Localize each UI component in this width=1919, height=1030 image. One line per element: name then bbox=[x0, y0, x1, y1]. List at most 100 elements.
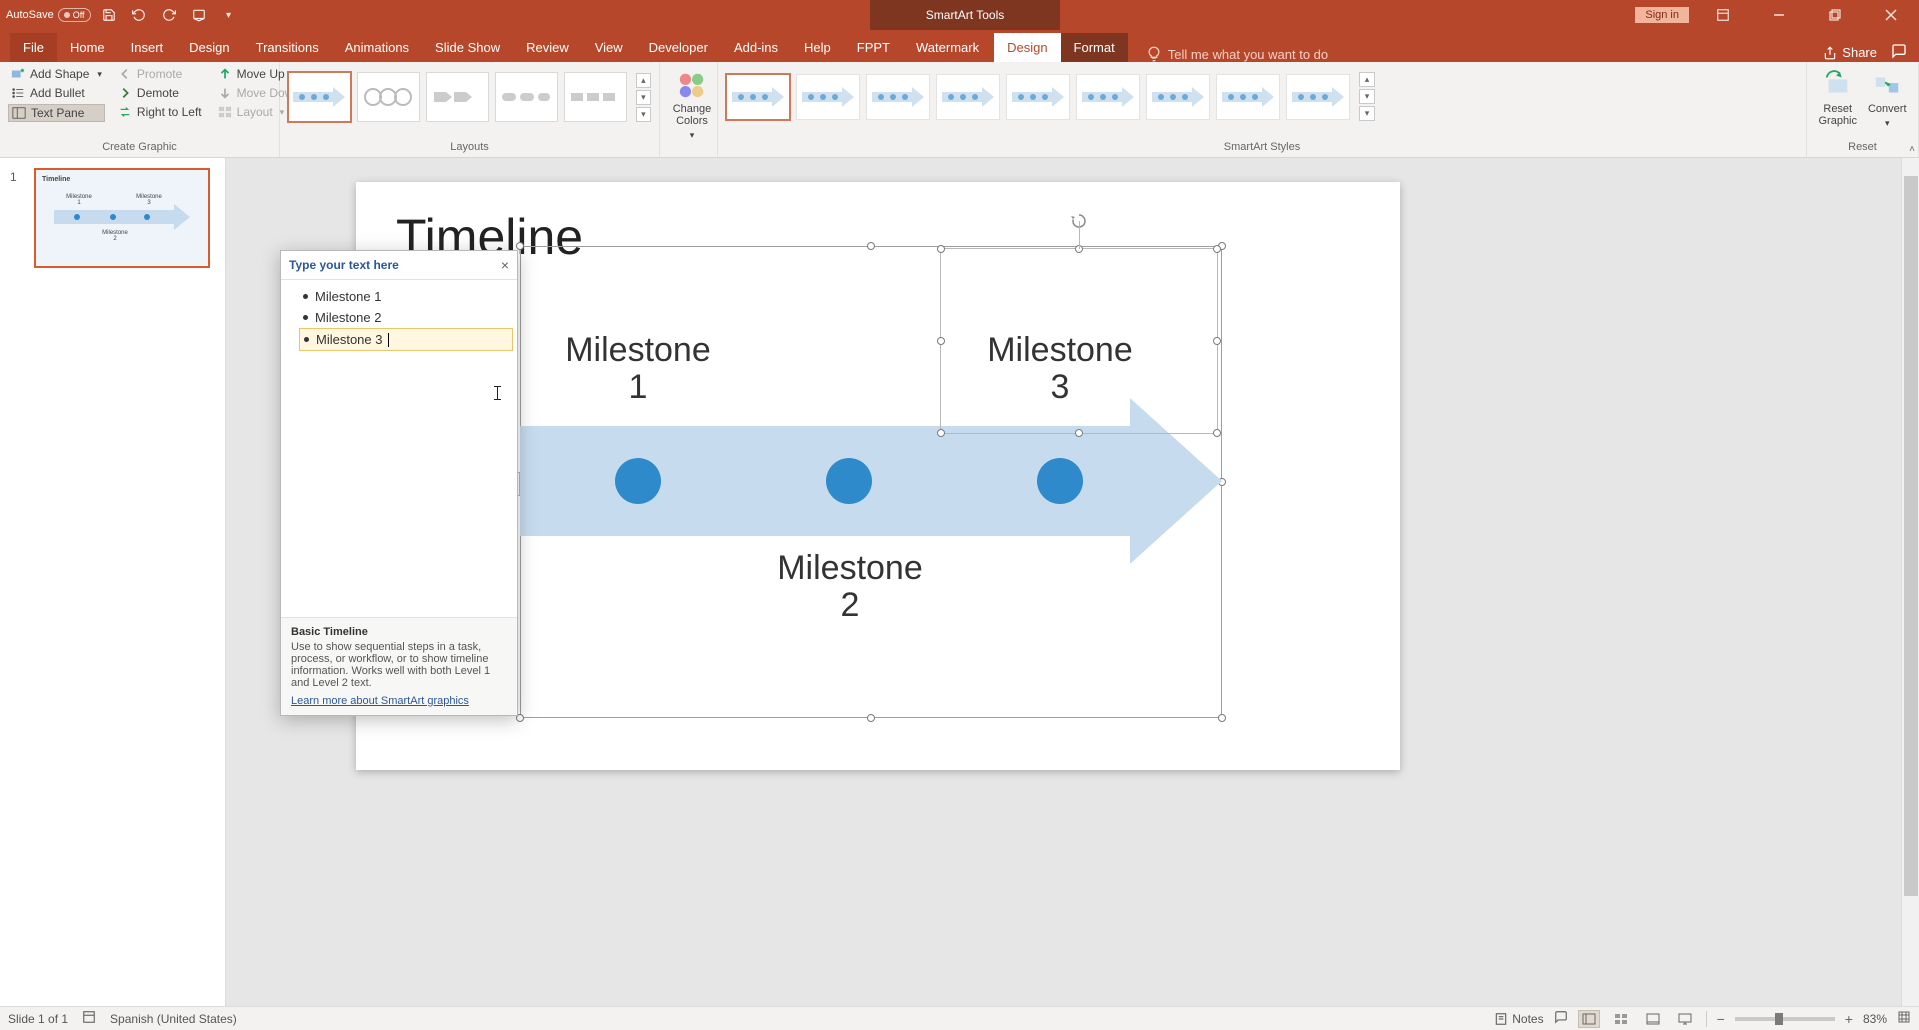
vertical-scrollbar[interactable] bbox=[1901, 158, 1919, 1006]
sign-in-button[interactable]: Sign in bbox=[1635, 7, 1689, 23]
redo-icon[interactable] bbox=[157, 3, 181, 27]
accessibility-icon[interactable] bbox=[82, 1010, 96, 1027]
collapse-ribbon-icon[interactable]: ˄ bbox=[1909, 144, 1915, 155]
demote-button[interactable]: Demote bbox=[115, 85, 205, 101]
color-swatches-icon bbox=[677, 70, 707, 100]
slideshow-view-icon[interactable] bbox=[1674, 1010, 1696, 1028]
tab-review[interactable]: Review bbox=[513, 33, 582, 62]
text-pane-item-1[interactable]: Milestone 1 bbox=[299, 286, 513, 307]
layout-option-1[interactable] bbox=[288, 72, 351, 122]
zoom-slider[interactable] bbox=[1735, 1017, 1835, 1021]
notes-button[interactable]: Notes bbox=[1494, 1012, 1543, 1026]
convert-icon bbox=[1872, 70, 1902, 100]
tab-view[interactable]: View bbox=[582, 33, 636, 62]
text-pane-close-icon[interactable]: × bbox=[501, 257, 509, 273]
ribbon-tabs: File Home Insert Design Transitions Anim… bbox=[0, 30, 1919, 62]
add-shape-icon bbox=[11, 67, 25, 81]
qat-more-icon[interactable]: ▾ bbox=[217, 3, 241, 27]
tab-animations[interactable]: Animations bbox=[332, 33, 422, 62]
reset-graphic-button[interactable]: Reset Graphic bbox=[1815, 66, 1861, 129]
smartart-tools-label: SmartArt Tools bbox=[870, 0, 1060, 30]
layout-option-5[interactable] bbox=[564, 72, 627, 122]
group-layouts: ▴▾▾ Layouts bbox=[280, 62, 660, 157]
style-option-9[interactable] bbox=[1286, 74, 1350, 120]
maximize-icon[interactable] bbox=[1813, 0, 1857, 30]
group-label-layouts: Layouts bbox=[288, 138, 651, 157]
title-bar: AutoSave Off ▾ Presentation1 - PowerPoin… bbox=[0, 0, 1919, 30]
language-status[interactable]: Spanish (United States) bbox=[110, 1012, 237, 1026]
tell-me-search[interactable]: Tell me what you want to do bbox=[1146, 46, 1328, 62]
promote-button[interactable]: Promote bbox=[115, 66, 205, 82]
comments-status-icon[interactable] bbox=[1554, 1010, 1568, 1027]
slide-sorter-view-icon[interactable] bbox=[1610, 1010, 1632, 1028]
reading-view-icon[interactable] bbox=[1642, 1010, 1664, 1028]
tab-design-main[interactable]: Design bbox=[176, 33, 242, 62]
slide-thumb-number: 1 bbox=[10, 170, 17, 184]
text-pane-icon bbox=[12, 106, 26, 120]
slide-counter[interactable]: Slide 1 of 1 bbox=[8, 1012, 68, 1026]
text-pane-item-3[interactable]: Milestone 3 bbox=[299, 328, 513, 351]
convert-button[interactable]: Convert▾ bbox=[1865, 66, 1911, 129]
style-option-3[interactable] bbox=[866, 74, 930, 120]
group-reset: Reset Graphic Convert▾ Reset bbox=[1807, 62, 1919, 157]
start-from-beginning-icon[interactable] bbox=[187, 3, 211, 27]
style-option-4[interactable] bbox=[936, 74, 1000, 120]
zoom-out-button[interactable]: − bbox=[1717, 1011, 1725, 1027]
tab-smartart-format[interactable]: Format bbox=[1061, 33, 1128, 62]
milestone-label-2[interactable]: Milestone2 bbox=[760, 550, 940, 625]
style-option-5[interactable] bbox=[1006, 74, 1070, 120]
zoom-in-button[interactable]: + bbox=[1845, 1011, 1853, 1027]
styles-more[interactable]: ▴▾▾ bbox=[1359, 72, 1375, 121]
layout-option-3[interactable] bbox=[426, 72, 489, 122]
layout-option-4[interactable] bbox=[495, 72, 558, 122]
add-shape-button[interactable]: Add Shape▾ bbox=[8, 66, 105, 82]
timeline-dot-2[interactable] bbox=[826, 458, 872, 504]
save-icon[interactable] bbox=[97, 3, 121, 27]
autosave-toggle[interactable]: AutoSave Off bbox=[6, 8, 91, 22]
right-to-left-button[interactable]: Right to Left bbox=[115, 104, 205, 120]
layouts-more[interactable]: ▴▾▾ bbox=[636, 73, 651, 122]
zoom-level[interactable]: 83% bbox=[1863, 1012, 1887, 1026]
autosave-label: AutoSave bbox=[6, 9, 54, 21]
arrow-right-icon bbox=[118, 86, 132, 100]
tab-addins[interactable]: Add-ins bbox=[721, 33, 791, 62]
change-colors-button[interactable]: Change Colors▾ bbox=[664, 66, 720, 141]
tab-home[interactable]: Home bbox=[57, 33, 118, 62]
smartart-timeline[interactable]: › Milestone1 Milestone2 Milestone3 bbox=[520, 246, 1222, 718]
tab-watermark[interactable]: Watermark bbox=[903, 33, 992, 62]
text-pane-item-2[interactable]: Milestone 2 bbox=[299, 307, 513, 328]
tab-slideshow[interactable]: Slide Show bbox=[422, 33, 513, 62]
milestone-3-selection[interactable] bbox=[940, 248, 1218, 434]
timeline-dot-3[interactable] bbox=[1037, 458, 1083, 504]
tab-insert[interactable]: Insert bbox=[118, 33, 177, 62]
tab-smartart-design[interactable]: Design bbox=[994, 33, 1060, 62]
tab-help[interactable]: Help bbox=[791, 33, 844, 62]
tab-transitions[interactable]: Transitions bbox=[243, 33, 332, 62]
scrollbar-thumb[interactable] bbox=[1904, 176, 1918, 896]
tab-fppt[interactable]: FPPT bbox=[844, 33, 903, 62]
style-option-2[interactable] bbox=[796, 74, 860, 120]
arrow-left-icon bbox=[118, 67, 132, 81]
fit-to-window-icon[interactable] bbox=[1897, 1010, 1911, 1027]
slide-thumbnail-1[interactable]: Timeline Milestone 1 Milestone 3 Milesto… bbox=[34, 168, 210, 268]
close-icon[interactable] bbox=[1869, 0, 1913, 30]
style-option-8[interactable] bbox=[1216, 74, 1280, 120]
text-pane-toggle[interactable]: Text Pane bbox=[8, 104, 105, 122]
timeline-dot-1[interactable] bbox=[615, 458, 661, 504]
ribbon-display-options-icon[interactable] bbox=[1701, 0, 1745, 30]
share-button[interactable]: Share bbox=[1823, 45, 1877, 60]
tab-file[interactable]: File bbox=[10, 33, 57, 62]
minimize-icon[interactable] bbox=[1757, 0, 1801, 30]
tab-developer[interactable]: Developer bbox=[636, 33, 721, 62]
style-option-7[interactable] bbox=[1146, 74, 1210, 120]
text-pane-list[interactable]: Milestone 1 Milestone 2 Milestone 3 bbox=[281, 280, 517, 357]
comments-icon[interactable] bbox=[1891, 43, 1907, 62]
normal-view-icon[interactable] bbox=[1578, 1010, 1600, 1028]
learn-more-link[interactable]: Learn more about SmartArt graphics bbox=[291, 695, 469, 707]
milestone-label-1[interactable]: Milestone1 bbox=[548, 332, 728, 407]
style-option-6[interactable] bbox=[1076, 74, 1140, 120]
layout-option-2[interactable] bbox=[357, 72, 420, 122]
style-option-1[interactable] bbox=[726, 74, 790, 120]
add-bullet-button[interactable]: Add Bullet bbox=[8, 85, 105, 101]
undo-icon[interactable] bbox=[127, 3, 151, 27]
